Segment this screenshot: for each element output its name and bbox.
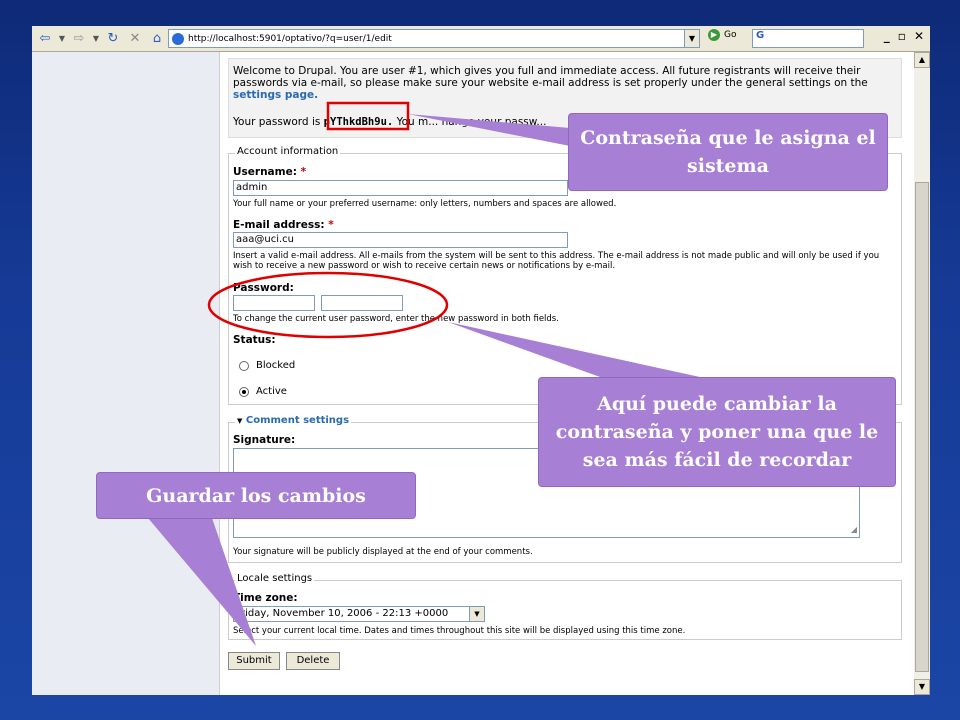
resize-grip-icon[interactable]: ◢ [851, 523, 857, 537]
timezone-value: Friday, November 10, 2006 - 22:13 +0000 [236, 608, 449, 619]
timezone-label: Time zone: [233, 592, 298, 604]
callout-password-assigned: Contraseña que le asigna el sistema [568, 113, 888, 191]
status-active-radio[interactable]: Active [239, 386, 287, 397]
timezone-description: Select your current local time. Dates an… [233, 626, 686, 636]
address-bar[interactable]: http://localhost:5901/optativo/?q=user/1… [168, 29, 700, 48]
vertical-scrollbar[interactable]: ▲ ▼ [914, 52, 930, 695]
username-input[interactable]: admin [233, 180, 568, 196]
minimize-icon[interactable]: _ [884, 29, 890, 43]
scroll-up-icon[interactable]: ▲ [914, 52, 930, 68]
username-label-text: Username: [233, 166, 297, 178]
account-information-legend: Account information [235, 146, 341, 157]
forward-icon[interactable]: ⇨ [70, 31, 88, 46]
email-description: Insert a valid e-mail address. All e-mai… [233, 251, 880, 271]
delete-button[interactable]: Delete [286, 652, 340, 670]
password-suffix: You m... hange your passw... [396, 116, 547, 128]
required-mark-email: * [328, 219, 334, 231]
blocked-label: Blocked [256, 360, 296, 371]
email-input[interactable]: aaa@uci.cu [233, 232, 568, 248]
close-icon[interactable]: ✕ [914, 29, 924, 43]
password-prefix: Your password is [233, 116, 321, 128]
window-controls: _ ▫ ✕ [884, 29, 924, 43]
back-dropdown-icon[interactable]: ▼ [58, 34, 66, 43]
go-icon: ▶ [708, 29, 720, 41]
email-label-text: E-mail address: [233, 219, 325, 231]
password-input[interactable] [233, 295, 315, 311]
back-icon[interactable]: ⇦ [36, 31, 54, 46]
radio-circle-selected [239, 386, 249, 397]
search-provider-icon: G [756, 30, 765, 41]
required-mark: * [300, 166, 307, 178]
stop-icon[interactable]: ✕ [126, 31, 144, 46]
scroll-down-icon[interactable]: ▼ [914, 679, 930, 695]
username-description: Your full name or your preferred usernam… [233, 199, 617, 209]
collapse-icon: ▼ [237, 417, 243, 425]
radio-circle [239, 360, 249, 371]
comment-settings-legend-text: Comment settings [245, 415, 350, 426]
confirm-password-input[interactable] [321, 295, 403, 311]
scroll-thumb[interactable] [915, 182, 929, 672]
callout-change-password: Aquí puede cambiar la contraseña y poner… [538, 377, 896, 487]
address-text: http://localhost:5901/optativo/?q=user/1… [188, 33, 392, 44]
generated-password: pYThkdBh9u. [323, 116, 394, 128]
restore-icon[interactable]: ▫ [898, 29, 906, 43]
address-dropdown-icon[interactable]: ▼ [684, 30, 699, 47]
locale-settings-fieldset: Locale settings Time zone: Friday, Novem… [228, 573, 902, 640]
refresh-icon[interactable]: ↻ [104, 31, 122, 46]
browser-toolbar: ⇦ ▼ ⇨ ▼ ↻ ✕ ⌂ http://localhost:5901/opta… [32, 26, 930, 52]
signature-label: Signature: [233, 434, 296, 446]
select-arrow-icon[interactable]: ▼ [469, 607, 484, 621]
active-label: Active [256, 386, 287, 397]
page-icon [172, 32, 184, 45]
go-button[interactable]: ▶ Go [708, 29, 736, 41]
go-label: Go [724, 30, 737, 40]
search-box[interactable]: G [752, 29, 864, 48]
home-icon[interactable]: ⌂ [148, 31, 166, 46]
signature-description: Your signature will be publicly displaye… [233, 547, 533, 557]
callout-save-changes: Guardar los cambios [96, 472, 416, 519]
forward-dropdown-icon[interactable]: ▼ [92, 34, 100, 43]
username-label: Username: * [233, 166, 306, 178]
email-label: E-mail address: * [233, 219, 334, 231]
locale-settings-legend: Locale settings [235, 573, 315, 584]
settings-page-link[interactable]: settings page. [233, 89, 318, 101]
password-description: To change the current user password, ent… [233, 314, 559, 324]
status-blocked-radio[interactable]: Blocked [239, 360, 295, 371]
comment-settings-legend[interactable]: ▼ Comment settings [235, 415, 352, 426]
welcome-text: Welcome to Drupal. You are user #1, whic… [233, 65, 868, 89]
status-label: Status: [233, 334, 276, 346]
left-sidebar [32, 52, 220, 695]
password-label: Password: [233, 282, 294, 294]
timezone-select[interactable]: Friday, November 10, 2006 - 22:13 +0000 … [233, 606, 485, 622]
submit-button[interactable]: Submit [228, 652, 280, 670]
